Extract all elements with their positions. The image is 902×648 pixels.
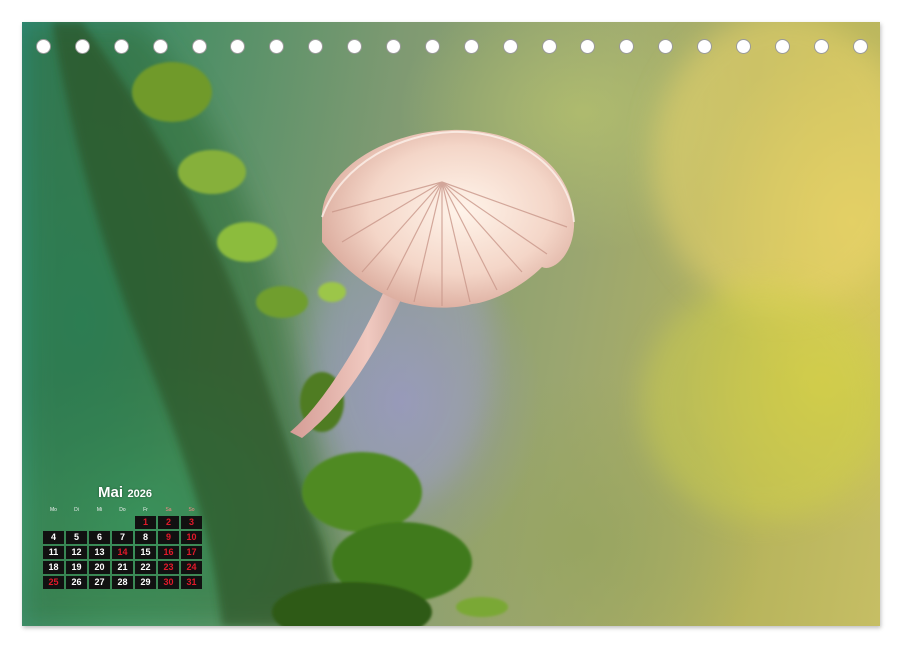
calendar-day: 5	[66, 531, 87, 544]
calendar-day: 21	[112, 561, 133, 574]
calendar-day: 16	[158, 546, 179, 559]
binding-hole	[191, 39, 207, 54]
calendar-title: Mai 2026	[43, 484, 207, 502]
binding-hole	[347, 39, 363, 54]
binding-hole	[502, 39, 518, 54]
binding-holes	[36, 39, 868, 56]
calendar-day: 8	[135, 531, 156, 544]
calendar-day: 18	[43, 561, 64, 574]
calendar-day: 4	[43, 531, 64, 544]
calendar-day: 27	[89, 576, 110, 589]
binding-hole	[230, 39, 246, 54]
calendar-day: 26	[66, 576, 87, 589]
binding-hole	[813, 39, 829, 54]
calendar-day: 25	[43, 576, 64, 589]
binding-hole	[308, 39, 324, 54]
calendar-day: 13	[89, 546, 110, 559]
binding-hole	[386, 39, 402, 54]
binding-hole	[152, 39, 168, 54]
calendar-empty-cell	[112, 516, 133, 529]
binding-hole	[74, 39, 90, 54]
calendar-day: 24	[181, 561, 202, 574]
calendar-day: 6	[89, 531, 110, 544]
weekday-label: Fr	[143, 507, 148, 513]
binding-hole	[580, 39, 596, 54]
weekday-label: Do	[119, 507, 126, 513]
calendar-day: 7	[112, 531, 133, 544]
binding-hole	[36, 39, 51, 54]
calendar-day: 11	[43, 546, 64, 559]
calendar-day: 29	[135, 576, 156, 589]
calendar-day: 22	[135, 561, 156, 574]
calendar-day: 30	[158, 576, 179, 589]
month-calendar: Mai 2026 Mo Di Mi Do Fr Sa So 1234567891…	[43, 484, 207, 589]
calendar-day: 28	[112, 576, 133, 589]
weekday-label: So	[188, 507, 195, 513]
weekday-label: Mi	[96, 507, 103, 513]
calendar-day: 1	[135, 516, 156, 529]
calendar-day: 10	[181, 531, 202, 544]
calendar-empty-cell	[43, 516, 64, 529]
weekday-label: Sa	[165, 507, 172, 513]
binding-hole	[424, 39, 440, 54]
calendar-day: 23	[158, 561, 179, 574]
binding-hole	[697, 39, 713, 54]
weekday-label: Mo	[50, 507, 57, 513]
binding-hole	[774, 39, 790, 54]
calendar-day: 20	[89, 561, 110, 574]
calendar-day: 3	[181, 516, 202, 529]
calendar-day: 15	[135, 546, 156, 559]
binding-hole	[269, 39, 285, 54]
calendar-grid: Mo Di Mi Do Fr Sa So 1 2 3 4 5 6 7 8 9 10 11 12 13 14…	[43, 507, 207, 589]
binding-hole	[619, 39, 635, 54]
binding-hole	[113, 39, 129, 54]
calendar-empty-cell	[66, 516, 87, 529]
calendar-year: 2026	[127, 488, 152, 500]
weekday-label: Di	[74, 507, 79, 513]
calendar-day: 31	[181, 576, 202, 589]
binding-hole	[852, 39, 868, 54]
calendar-day: 14	[112, 546, 133, 559]
calendar-day: 12	[66, 546, 87, 559]
calendar-month: Mai	[98, 484, 124, 501]
calendar-empty-cell	[89, 516, 110, 529]
binding-hole	[658, 39, 674, 54]
calendar-day: 17	[181, 546, 202, 559]
binding-hole	[541, 39, 557, 54]
calendar-page: Mai 2026 Mo Di Mi Do Fr Sa So 1234567891…	[22, 22, 880, 626]
binding-hole	[463, 39, 479, 54]
calendar-day: 2	[158, 516, 179, 529]
calendar-day: 19	[66, 561, 87, 574]
binding-hole	[736, 39, 752, 54]
calendar-day: 9	[158, 531, 179, 544]
